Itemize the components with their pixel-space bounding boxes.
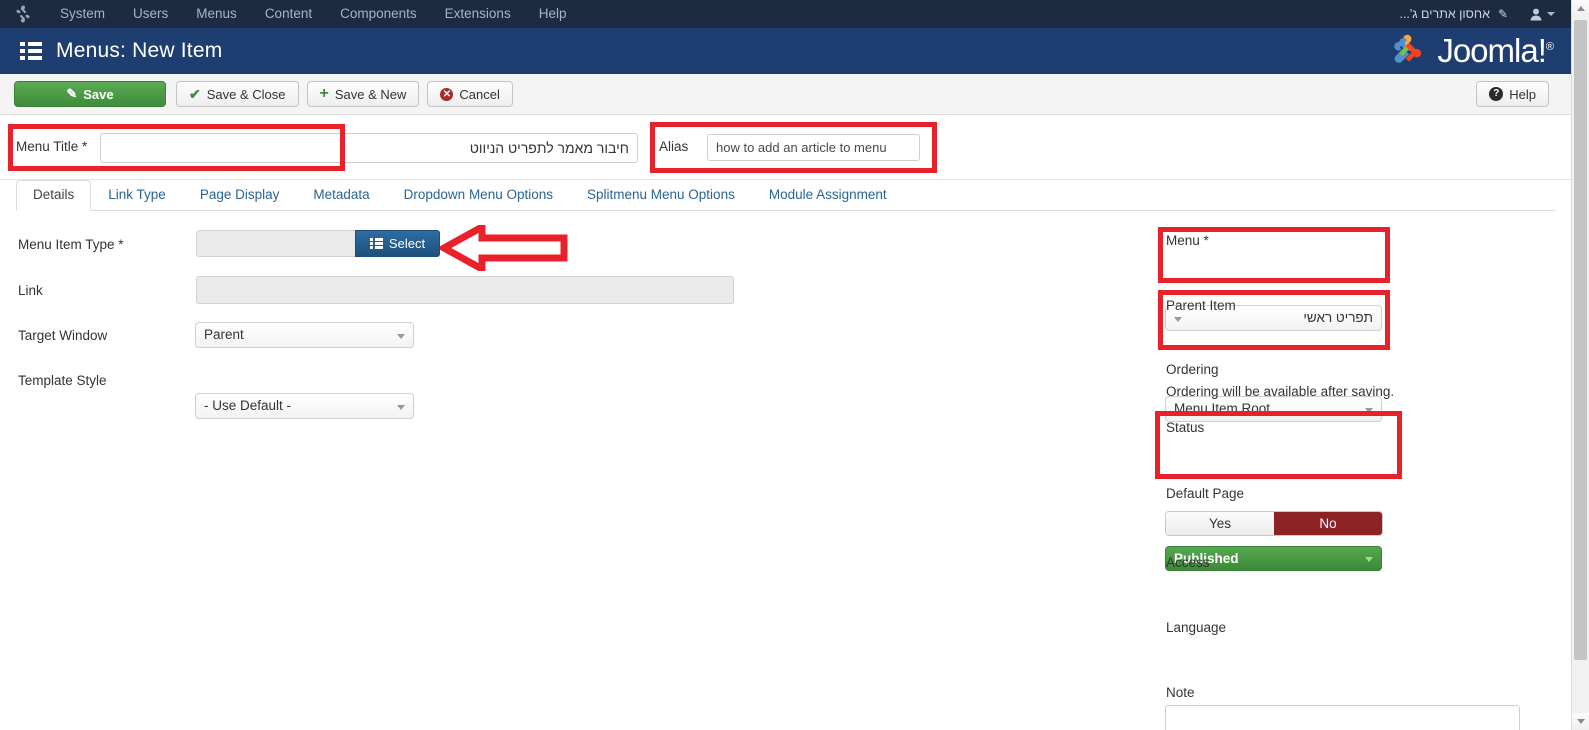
save-button-label: Save (83, 86, 114, 102)
status-label: Status (1166, 420, 1205, 435)
admin-menu-item-extensions[interactable]: Extensions (431, 0, 525, 28)
help-button-label: Help (1509, 86, 1536, 102)
page-header-bar: Menus: New Item Joomla!® (0, 28, 1571, 74)
chevron-up-icon (1576, 6, 1585, 11)
save-and-close-label: Save & Close (206, 86, 286, 102)
save-and-new-label: Save & New (334, 86, 407, 102)
menu-item-type-control: Select (196, 230, 440, 257)
menu-title-label: Menu Title * (16, 139, 88, 154)
joomla-logo-icon (1394, 34, 1422, 63)
select-button-pointer-arrow (440, 225, 568, 271)
alias-input[interactable]: how to add an article to menu (707, 134, 920, 161)
alias-label: Alias (659, 139, 689, 154)
question-icon: ? (1489, 87, 1504, 101)
tab-dropdown-menu-options[interactable]: Dropdown Menu Options (387, 180, 570, 211)
user-menu[interactable] (1518, 8, 1565, 21)
admin-menu-item-menus[interactable]: Menus (182, 0, 251, 28)
chevron-down-icon (397, 405, 405, 410)
user-icon (1530, 8, 1542, 20)
plus-icon: + (319, 85, 329, 102)
site-name-label: אחסון אתרים ג'... (1399, 7, 1490, 21)
default-page-label: Default Page (1166, 486, 1245, 501)
chevron-down-icon (1365, 408, 1373, 413)
tab-module-assignment[interactable]: Module Assignment (752, 180, 904, 211)
menu-item-type-value (196, 230, 355, 257)
chevron-down-icon (1174, 317, 1182, 322)
menu-select-value: תפריט ראשי (1303, 310, 1373, 325)
tab-page-display[interactable]: Page Display (183, 180, 297, 211)
scroll-up-button[interactable] (1572, 0, 1589, 17)
close-icon: ✕ (440, 87, 454, 101)
cancel-button[interactable]: ✕ Cancel (427, 81, 513, 107)
tab-details[interactable]: Details (16, 180, 92, 211)
admin-menu: System Users Menus Content Components Ex… (46, 0, 580, 28)
tab-metadata[interactable]: Metadata (296, 180, 386, 211)
admin-menu-item-components[interactable]: Components (326, 0, 431, 28)
note-input[interactable] (1165, 705, 1520, 730)
scrollbar-thumb[interactable] (1574, 20, 1587, 660)
page-scrollbar[interactable] (1571, 0, 1589, 730)
help-button[interactable]: ? Help (1476, 81, 1549, 107)
grid-icon (369, 238, 383, 249)
template-style-label: Template Style (18, 373, 107, 388)
default-page-no-option[interactable]: No (1274, 512, 1382, 535)
target-window-label: Target Window (18, 328, 108, 343)
joomla-brand-text: Joomla!® (1437, 32, 1554, 70)
admin-menu-item-content[interactable]: Content (251, 0, 326, 28)
joomla-admin-page: System Users Menus Content Components Ex… (0, 0, 1589, 730)
menu-title-input[interactable]: חיבור מאמר לתפריט הניווט (100, 133, 638, 163)
language-label: Language (1166, 620, 1227, 635)
save-button[interactable]: ✎ Save (14, 81, 166, 107)
note-label: Note (1166, 685, 1195, 700)
chevron-down-icon (1576, 719, 1585, 724)
admin-menu-item-users[interactable]: Users (119, 0, 182, 28)
scroll-down-button[interactable] (1572, 713, 1589, 730)
joomla-brand-registered: ® (1545, 41, 1554, 53)
tab-bar: Details Link Type Page Display Metadata … (16, 180, 1555, 211)
target-window-select[interactable]: Parent (195, 322, 414, 348)
joomla-mark-icon[interactable] (0, 0, 46, 28)
link-input[interactable] (196, 276, 734, 304)
tab-link-type[interactable]: Link Type (91, 180, 183, 211)
default-page-toggle[interactable]: Yes No (1165, 511, 1383, 536)
template-style-select[interactable]: - Use Default - (195, 393, 414, 419)
save-icon: ✎ (66, 86, 78, 101)
ordering-note: Ordering will be available after saving. (1166, 384, 1395, 399)
target-window-value: Parent (204, 327, 244, 342)
menu-list-icon (20, 42, 42, 60)
admin-menu-item-system[interactable]: System (46, 0, 119, 28)
parent-item-select[interactable]: Menu Item Root (1165, 396, 1382, 422)
select-button-label: Select (388, 236, 426, 251)
chevron-down-icon (1365, 557, 1373, 562)
parent-item-value: Menu Item Root (1174, 401, 1271, 416)
editor-toolbar: ✎ Save ✔ Save & Close + Save & New ✕ Can… (0, 74, 1571, 115)
menu-item-type-label: Menu Item Type * (18, 237, 124, 252)
joomla-brand-label: Joomla! (1437, 32, 1547, 69)
tab-splitmenu-menu-options[interactable]: Splitmenu Menu Options (570, 180, 752, 211)
admin-menu-item-help[interactable]: Help (525, 0, 581, 28)
page-title: Menus: New Item (56, 39, 223, 62)
joomla-logo: Joomla!® (1389, 31, 1554, 71)
cancel-button-label: Cancel (459, 86, 500, 102)
save-and-new-button[interactable]: + Save & New (306, 81, 420, 107)
admin-bar-right: אחסון אתרים ג'... ✎ (1399, 0, 1571, 28)
check-icon: ✔ (189, 85, 201, 102)
save-and-close-button[interactable]: ✔ Save & Close (176, 81, 299, 107)
default-page-yes-option[interactable]: Yes (1166, 512, 1274, 535)
parent-item-label: Parent Item (1166, 298, 1236, 313)
external-link-icon[interactable]: ✎ (1496, 7, 1518, 21)
ordering-label: Ordering (1166, 362, 1219, 377)
menu-item-type-select-button[interactable]: Select (355, 230, 440, 257)
access-label: Access (1166, 555, 1210, 570)
menu-field-label: Menu * (1166, 233, 1209, 248)
chevron-down-icon (1547, 12, 1555, 16)
chevron-down-icon (397, 334, 405, 339)
template-style-value: - Use Default - (204, 398, 292, 413)
link-label: Link (18, 283, 43, 298)
admin-top-bar: System Users Menus Content Components Ex… (0, 0, 1571, 28)
